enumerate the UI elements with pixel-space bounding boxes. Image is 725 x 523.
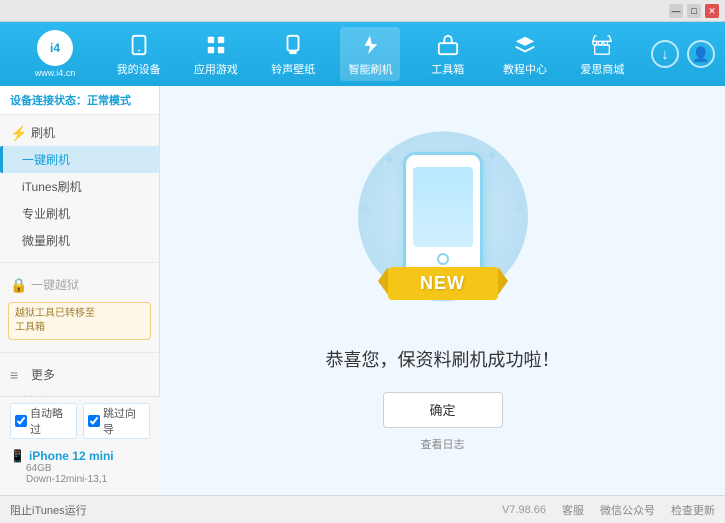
content-area: ✦ ✦ ✧ ✧ NEW 恭喜您，保资料刷机成功啦！ 确定 查看日志 bbox=[160, 86, 725, 495]
nav-apps[interactable]: 应用游戏 bbox=[186, 27, 246, 81]
divider bbox=[0, 262, 159, 263]
sparkle-4: ✧ bbox=[513, 200, 526, 220]
success-illustration: ✦ ✦ ✧ ✧ NEW bbox=[343, 130, 543, 330]
nav-toolbox[interactable]: 工具箱 bbox=[418, 27, 478, 81]
download-button[interactable]: ↓ bbox=[651, 40, 679, 68]
nav-label: 教程中心 bbox=[503, 61, 547, 77]
phone-illustration bbox=[403, 152, 483, 282]
divider2 bbox=[0, 352, 159, 353]
device-name: 📱 iPhone 12 mini bbox=[10, 449, 150, 463]
flash-section-icon: ⚡ bbox=[10, 125, 26, 141]
toolbox-icon bbox=[434, 31, 462, 59]
nav-bar: 我的设备 应用游戏 铃声壁纸 智能刷机 工具箱 bbox=[100, 27, 641, 81]
close-button[interactable]: ✕ bbox=[705, 4, 719, 18]
status-footer: 阻止iTunes运行 V7.98.66 客服 微信公众号 检查更新 bbox=[0, 495, 725, 523]
confirm-button[interactable]: 确定 bbox=[383, 392, 503, 428]
skip-wizard-label: 跳过向导 bbox=[103, 405, 145, 437]
auto-skip-checkbox[interactable]: 自动略过 bbox=[10, 403, 77, 439]
store-icon bbox=[588, 31, 616, 59]
nav-store[interactable]: 爱思商城 bbox=[572, 27, 632, 81]
sparkle-2: ✦ bbox=[485, 146, 498, 166]
customer-service-link[interactable]: 客服 bbox=[562, 502, 584, 518]
nav-smart-flash[interactable]: 智能刷机 bbox=[340, 27, 400, 81]
main-area: 设备连接状态：正常模式 ⚡ 刷机 一键刷机 iTunes刷机 专业刷机 微量刷机… bbox=[0, 86, 725, 495]
logo[interactable]: i4 www.i4.cn bbox=[10, 30, 100, 78]
more-label: 更多 bbox=[31, 366, 55, 383]
new-badge: NEW bbox=[388, 267, 498, 300]
flash-icon bbox=[356, 31, 384, 59]
connection-status: 设备连接状态：正常模式 bbox=[0, 86, 159, 115]
sidebar-item-one-click[interactable]: 一键刷机 bbox=[0, 146, 159, 173]
checkbox-row: 自动略过 跳过向导 bbox=[10, 403, 150, 439]
header-actions: ↓ 👤 bbox=[651, 40, 715, 68]
nav-my-device[interactable]: 我的设备 bbox=[109, 27, 169, 81]
device-info: 📱 iPhone 12 mini 64GB Down-12mini-13,1 bbox=[10, 445, 150, 489]
device-section: 自动略过 跳过向导 📱 iPhone 12 mini 64GB Down-12m… bbox=[0, 396, 160, 495]
minimize-button[interactable]: — bbox=[669, 4, 683, 18]
device-firmware: Down-12mini-13,1 bbox=[10, 474, 150, 485]
jailbreak-section: 🔒 一键越狱 越狱工具已转移至工具箱 bbox=[0, 267, 159, 348]
ringtone-icon bbox=[279, 31, 307, 59]
nav-label: 爱思商城 bbox=[580, 61, 624, 77]
nav-label: 应用游戏 bbox=[194, 61, 238, 77]
title-bar: — □ ✕ bbox=[0, 0, 725, 22]
nav-ringtones[interactable]: 铃声壁纸 bbox=[263, 27, 323, 81]
phone-home-button bbox=[437, 253, 449, 265]
more-section-header[interactable]: ≡ 更多 bbox=[0, 361, 159, 388]
sidebar-item-itunes[interactable]: iTunes刷机 bbox=[0, 173, 159, 200]
phone-icon bbox=[125, 31, 153, 59]
nav-tutorials[interactable]: 教程中心 bbox=[495, 27, 555, 81]
tutorials-icon bbox=[511, 31, 539, 59]
auto-skip-input[interactable] bbox=[15, 415, 27, 427]
itunes-status: 阻止iTunes运行 bbox=[10, 505, 87, 517]
nav-label: 我的设备 bbox=[117, 61, 161, 77]
skip-wizard-input[interactable] bbox=[88, 415, 100, 427]
device-storage: 64GB bbox=[10, 463, 150, 474]
device-icon: 📱 bbox=[10, 449, 25, 463]
nav-label: 铃声壁纸 bbox=[271, 61, 315, 77]
auto-skip-label: 自动略过 bbox=[30, 405, 72, 437]
flash-section-label: 刷机 bbox=[31, 124, 55, 141]
wechat-link[interactable]: 微信公众号 bbox=[600, 502, 655, 518]
logo-website: www.i4.cn bbox=[35, 68, 76, 78]
apps-icon bbox=[202, 31, 230, 59]
flash-section-header[interactable]: ⚡ 刷机 bbox=[0, 119, 159, 146]
jailbreak-section-header: 🔒 一键越狱 bbox=[0, 271, 159, 298]
nav-label: 工具箱 bbox=[431, 61, 464, 77]
maximize-button[interactable]: □ bbox=[687, 4, 701, 18]
logo-text: i4 bbox=[50, 41, 60, 55]
sparkle-3: ✧ bbox=[359, 200, 372, 220]
warning-box: 越狱工具已转移至工具箱 bbox=[8, 302, 151, 340]
lock-icon: 🔒 bbox=[10, 277, 26, 293]
sidebar-item-data-preserve[interactable]: 微量刷机 bbox=[0, 227, 159, 254]
user-button[interactable]: 👤 bbox=[687, 40, 715, 68]
sparkle-1: ✦ bbox=[383, 150, 396, 170]
sidebar-item-pro[interactable]: 专业刷机 bbox=[0, 200, 159, 227]
check-update-link[interactable]: 检查更新 bbox=[671, 502, 715, 518]
more-icon: ≡ bbox=[10, 367, 26, 383]
nav-label: 智能刷机 bbox=[348, 61, 392, 77]
header: i4 www.i4.cn 我的设备 应用游戏 铃声壁纸 bbox=[0, 22, 725, 86]
jailbreak-label: 一键越狱 bbox=[31, 276, 79, 293]
flash-section: ⚡ 刷机 一键刷机 iTunes刷机 专业刷机 微量刷机 bbox=[0, 115, 159, 258]
skip-wizard-checkbox[interactable]: 跳过向导 bbox=[83, 403, 150, 439]
version-label: V7.98.66 bbox=[502, 504, 546, 516]
view-log-link[interactable]: 查看日志 bbox=[421, 436, 465, 452]
success-message: 恭喜您，保资料刷机成功啦！ bbox=[326, 346, 560, 372]
phone-screen bbox=[413, 167, 473, 247]
logo-circle: i4 bbox=[37, 30, 73, 66]
footer-right: V7.98.66 客服 微信公众号 检查更新 bbox=[502, 502, 715, 518]
sidebar: 设备连接状态：正常模式 ⚡ 刷机 一键刷机 iTunes刷机 专业刷机 微量刷机… bbox=[0, 86, 160, 495]
footer-left: 阻止iTunes运行 bbox=[10, 502, 502, 518]
